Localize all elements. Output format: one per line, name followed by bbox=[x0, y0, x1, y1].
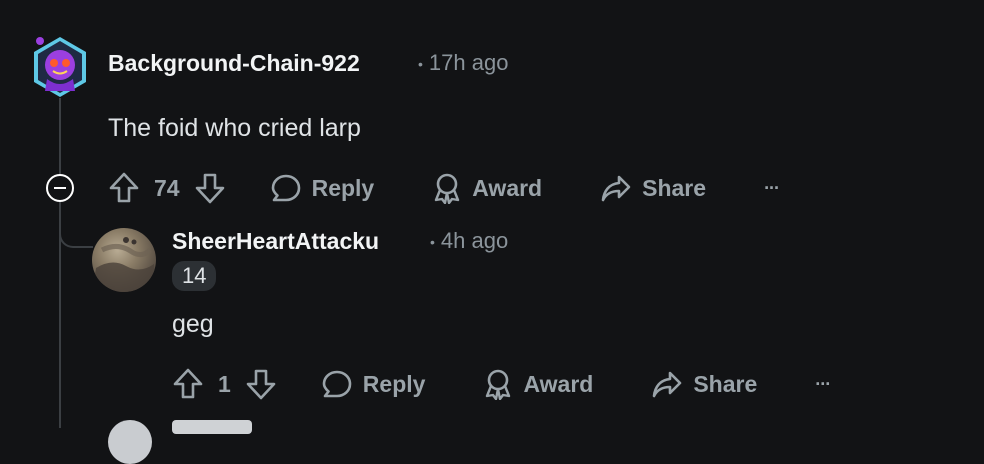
share-label: Share bbox=[642, 174, 707, 201]
reply-action-bar: 1 Reply Award Share ··· bbox=[172, 364, 831, 404]
reply-vote-group: 1 bbox=[172, 367, 277, 401]
reply-author[interactable]: SheerHeartAttacku bbox=[172, 228, 379, 255]
comment-time: 17h ago bbox=[428, 50, 509, 75]
share-label: Share bbox=[693, 370, 758, 397]
reply-timestamp: • 4h ago bbox=[430, 228, 508, 254]
share-arrow-icon bbox=[651, 369, 683, 399]
thread-connector bbox=[59, 202, 93, 248]
vote-group: 74 bbox=[108, 171, 226, 205]
user-flair: 14 bbox=[172, 261, 217, 291]
award-label: Award bbox=[472, 174, 543, 201]
reply-reply-button[interactable]: Reply bbox=[321, 368, 426, 400]
share-button[interactable]: Share bbox=[600, 173, 706, 203]
comment-author[interactable]: Background-Chain-922 bbox=[108, 50, 360, 77]
more-options-button[interactable]: ··· bbox=[764, 177, 780, 199]
reply-vote-count: 1 bbox=[218, 370, 231, 397]
user-avatar[interactable] bbox=[31, 35, 89, 99]
award-button[interactable]: Award bbox=[432, 172, 542, 204]
reply-share-button[interactable]: Share bbox=[651, 369, 757, 399]
vote-count: 74 bbox=[154, 174, 180, 201]
comment-timestamp: • 17h ago bbox=[418, 50, 508, 76]
collapse-thread-button[interactable] bbox=[46, 174, 74, 202]
comment-body: The foid who cried larp bbox=[108, 114, 361, 142]
reply-label: Reply bbox=[311, 174, 375, 201]
downvote-icon[interactable] bbox=[245, 367, 277, 401]
thread-line-main bbox=[59, 98, 61, 174]
comment-bubble-icon bbox=[270, 172, 302, 204]
downvote-icon[interactable] bbox=[194, 171, 226, 205]
award-icon bbox=[483, 368, 513, 400]
reply-more-options-button[interactable]: ··· bbox=[815, 373, 831, 395]
separator-dot: • bbox=[418, 56, 423, 73]
next-comment-author bbox=[172, 420, 252, 434]
minus-icon bbox=[54, 186, 66, 190]
reply-body: geg bbox=[172, 310, 214, 338]
separator-dot: • bbox=[430, 234, 435, 251]
reply-button[interactable]: Reply bbox=[270, 172, 375, 204]
award-icon bbox=[432, 172, 462, 204]
more-label: ··· bbox=[764, 177, 780, 198]
share-arrow-icon bbox=[600, 173, 632, 203]
comment-action-bar: 74 Reply Award Share ··· bbox=[108, 168, 780, 208]
comment-bubble-icon bbox=[321, 368, 353, 400]
next-comment-avatar[interactable] bbox=[108, 420, 152, 464]
reply-award-button[interactable]: Award bbox=[483, 368, 593, 400]
reply-time: 4h ago bbox=[440, 228, 509, 253]
more-label: ··· bbox=[815, 373, 831, 394]
award-label: Award bbox=[523, 370, 594, 397]
upvote-icon[interactable] bbox=[172, 367, 204, 401]
reply-label: Reply bbox=[362, 370, 426, 397]
upvote-icon[interactable] bbox=[108, 171, 140, 205]
reply-user-avatar[interactable] bbox=[92, 228, 156, 292]
